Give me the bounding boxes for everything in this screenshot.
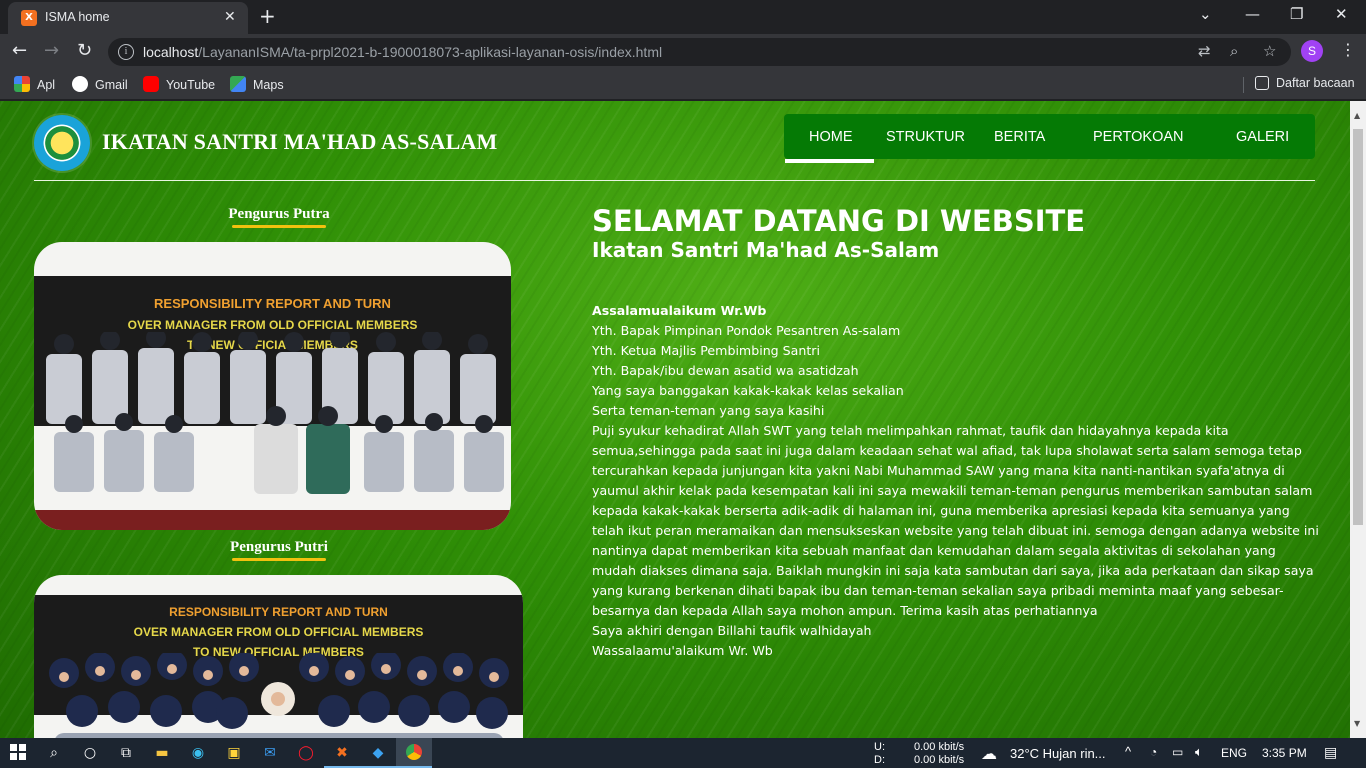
putra-underline [232, 225, 326, 228]
tray-chevron-icon[interactable]: ^ [1125, 744, 1131, 759]
chrome-logo-icon [406, 744, 422, 760]
windows-start-icon[interactable] [0, 738, 36, 768]
speech-greeting: Assalamualaikum Wr.Wb [592, 303, 767, 318]
speech-line: Yth. Bapak/ibu dewan asatid wa asatidzah [592, 363, 859, 378]
group-people-putra [46, 332, 504, 494]
weather-cloud-icon[interactable]: ☁ [981, 744, 997, 764]
nav-galeri[interactable]: GALERI [1236, 129, 1289, 145]
xampp-icon[interactable]: ✖ [324, 738, 360, 768]
file-explorer-icon[interactable]: ▬ [144, 738, 180, 768]
url-path: /LayananISMA/ta-prpl2021-b-1900018073-ap… [198, 44, 663, 60]
chrome-icon[interactable] [396, 738, 432, 768]
speech-closing: Wassalaamu'alaikum Wr. Wb [592, 643, 773, 658]
bookmark-apps[interactable]: Apl [14, 76, 55, 92]
welcome-heading: SELAMAT DATANG DI WEBSITE [592, 204, 1086, 238]
reading-list-icon [1255, 76, 1269, 90]
putri-underline [232, 558, 326, 561]
scroll-down-icon[interactable]: ▼ [1354, 719, 1360, 728]
edge-icon[interactable]: ◉ [180, 738, 216, 768]
nav-home[interactable]: HOME [809, 129, 853, 145]
bookmarks-divider [1243, 77, 1244, 93]
pengurus-putra-heading: Pengurus Putra [228, 206, 330, 222]
photo-floor [34, 510, 511, 530]
site-title: IKATAN SANTRI MA'HAD AS-SALAM [102, 129, 498, 154]
notification-icon[interactable]: ▤ [1324, 744, 1337, 761]
reading-list[interactable]: Daftar bacaan [1255, 76, 1355, 90]
scroll-up-icon[interactable]: ▲ [1354, 111, 1360, 120]
search-icon[interactable]: ⌕ [36, 738, 72, 768]
restore-icon[interactable]: ❐ [1290, 5, 1303, 23]
language-indicator[interactable]: ENG [1221, 746, 1247, 760]
cortana-icon[interactable]: ○ [72, 738, 108, 768]
speech-body: Puji syukur kehadirat Allah SWT yang tel… [592, 423, 1319, 618]
close-tab-icon[interactable]: ✕ [224, 9, 236, 25]
wifi-icon[interactable]: ◔ [1150, 745, 1157, 759]
net-upload-speed: 0.00 kbit/s [914, 741, 965, 753]
store-icon[interactable]: ▣ [216, 738, 252, 768]
url-host: localhost [143, 44, 199, 60]
new-tab-icon[interactable]: + [259, 4, 276, 28]
welcome-subheading: Ikatan Santri Ma'had As-Salam [592, 238, 940, 262]
opera-icon[interactable]: ◯ [288, 738, 324, 768]
page-viewport: IKATAN SANTRI MA'HAD AS-SALAM HOME STRUK… [0, 101, 1350, 738]
minimize-icon[interactable]: — [1245, 5, 1260, 23]
speech-line: Serta teman-teman yang saya kasihi [592, 403, 825, 418]
bookmark-gmail[interactable]: Gmail [72, 76, 128, 92]
welcome-speech: Assalamualaikum Wr.Wb Yth. Bapak Pimpina… [592, 301, 1322, 661]
clock-time[interactable]: 3:35 PM [1262, 746, 1307, 760]
windows-taskbar: ⌕ ○ ⧉ ▬ ◉ ▣ ✉ ◯ ✖ ◆ U: D: 0.00 kbit/s 0.… [0, 738, 1366, 768]
xampp-favicon-icon: X [21, 10, 37, 26]
battery-icon[interactable]: ▭ [1172, 745, 1183, 759]
group-people-putri [49, 653, 509, 738]
bookmarks-bar: Apl Gmail YouTube Maps Daftar bacaan [0, 70, 1366, 100]
browser-toolbar: ← → ↻ i localhost/LayananISMA/ta-prpl202… [0, 34, 1366, 70]
bookmark-youtube[interactable]: YouTube [143, 76, 215, 92]
site-logo[interactable] [34, 115, 90, 171]
pengurus-putra-photo: RESPONSIBILITY REPORT AND TURN OVER MANA… [34, 242, 511, 530]
window-close-icon[interactable]: ✕ [1335, 5, 1348, 23]
task-view-icon[interactable]: ⧉ [108, 738, 144, 768]
bookmark-maps[interactable]: Maps [230, 76, 284, 92]
bookmark-star-icon[interactable]: ☆ [1263, 42, 1276, 60]
zoom-icon[interactable]: ⌕ [1230, 42, 1238, 60]
google-icon [72, 76, 88, 92]
maps-icon [230, 76, 246, 92]
speech-closing: Saya akhiri dengan Billahi taufik walhid… [592, 623, 872, 638]
tab-title: ISMA home [45, 10, 110, 24]
mail-icon[interactable]: ✉ [252, 738, 288, 768]
scroll-thumb[interactable] [1353, 129, 1363, 525]
speech-line: Yth. Ketua Majlis Pembimbing Santri [592, 343, 820, 358]
tab-search-icon[interactable]: ⌄ [1199, 5, 1212, 23]
pengurus-putri-photo: RESPONSIBILITY REPORT AND TURN OVER MANA… [34, 575, 523, 738]
youtube-icon [143, 76, 159, 92]
nav-pertokoan[interactable]: PERTOKOAN [1093, 129, 1184, 145]
net-down-label: D: [874, 754, 885, 766]
speech-line: Yang saya banggakan kakak-kakak kelas se… [592, 383, 904, 398]
weather-status[interactable]: 32°C Hujan rin... [1010, 746, 1106, 761]
translate-icon[interactable]: ⇄ [1198, 42, 1211, 60]
nav-berita[interactable]: BERITA [994, 129, 1045, 145]
vscode-icon[interactable]: ◆ [360, 738, 396, 768]
site-info-icon[interactable]: i [118, 44, 134, 60]
pengurus-putri-heading: Pengurus Putri [230, 539, 328, 555]
reload-icon[interactable]: ↻ [77, 40, 92, 61]
volume-icon[interactable]: 🔈︎ [1195, 744, 1203, 760]
browser-menu-icon[interactable]: ⋮ [1340, 40, 1356, 59]
net-download-speed: 0.00 kbit/s [914, 754, 965, 766]
nav-active-indicator [785, 159, 874, 163]
main-nav: HOME STRUKTUR BERITA PERTOKOAN GALERI [784, 114, 1315, 159]
speech-line: Yth. Bapak Pimpinan Pondok Pesantren As-… [592, 323, 901, 338]
forward-icon[interactable]: → [44, 40, 59, 61]
browser-tab[interactable]: X ISMA home ✕ [8, 2, 248, 34]
apps-grid-icon [14, 76, 30, 92]
url-text[interactable]: localhost/LayananISMA/ta-prpl2021-b-1900… [143, 44, 662, 60]
net-up-label: U: [874, 741, 885, 753]
tab-strip: X ISMA home ✕ + ⌄ — ❐ ✕ [0, 0, 1366, 34]
address-bar[interactable]: i localhost/LayananISMA/ta-prpl2021-b-19… [108, 38, 1291, 66]
header-divider [34, 180, 1315, 181]
back-icon[interactable]: ← [12, 40, 27, 61]
nav-struktur[interactable]: STRUKTUR [886, 129, 965, 145]
profile-avatar[interactable]: S [1301, 40, 1323, 62]
page-scrollbar[interactable]: ▲ ▼ [1350, 101, 1366, 738]
